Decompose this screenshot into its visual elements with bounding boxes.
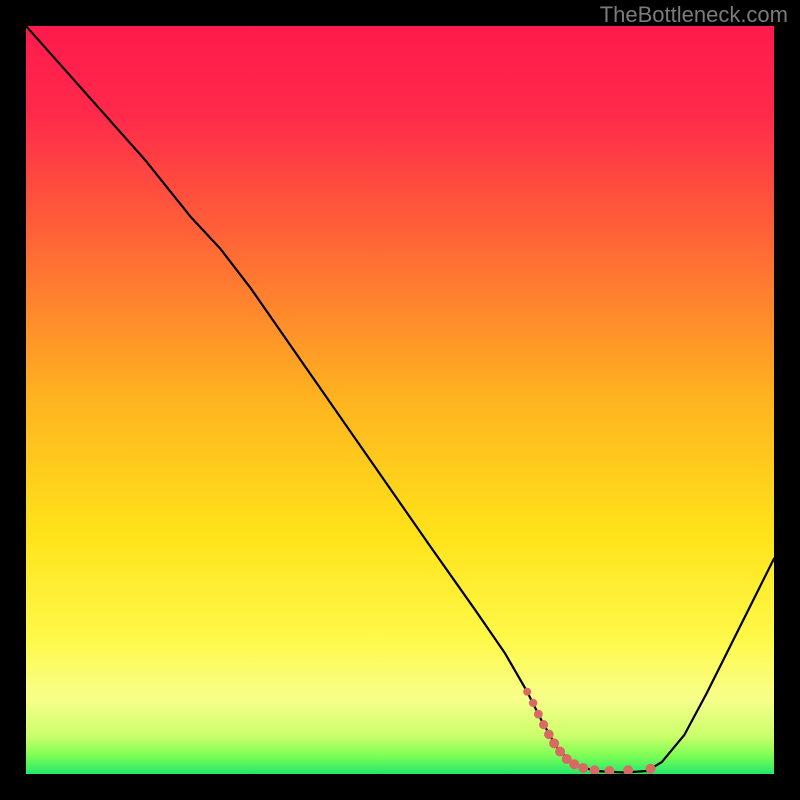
marker-dot xyxy=(529,699,537,707)
marker-dot xyxy=(544,730,554,740)
chart-frame xyxy=(26,26,774,774)
marker-dot xyxy=(646,764,656,774)
marker-dot xyxy=(523,688,531,696)
marker-dot xyxy=(555,747,565,757)
marker-dot xyxy=(569,759,579,769)
chart-canvas xyxy=(26,26,774,774)
gradient-backdrop xyxy=(26,26,774,774)
marker-dot xyxy=(549,738,559,748)
marker-dot xyxy=(539,720,548,729)
watermark-text: TheBottleneck.com xyxy=(600,2,788,28)
marker-dot xyxy=(534,710,543,719)
marker-dot xyxy=(578,763,588,773)
